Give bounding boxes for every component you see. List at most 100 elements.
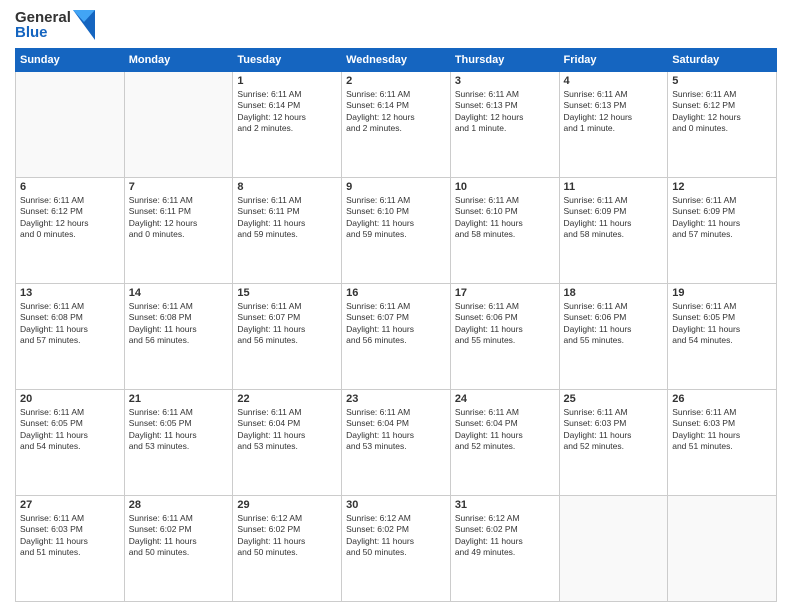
day-number: 10 [455,181,555,193]
day-number: 26 [672,393,772,405]
day-number: 7 [129,181,229,193]
calendar-cell: 30 Sunrise: 6:12 AM Sunset: 6:02 PM Dayli… [342,496,451,602]
calendar-week-row: 27 Sunrise: 6:11 AM Sunset: 6:03 PM Dayli… [16,496,777,602]
day-number: 6 [20,181,120,193]
calendar-header-tuesday: Tuesday [233,49,342,72]
calendar-cell: 20Sunrise: 6:11 AM Sunset: 6:05 PM Dayli… [16,390,125,496]
calendar-cell: 22Sunrise: 6:11 AM Sunset: 6:04 PM Dayli… [233,390,342,496]
day-number: 30 [346,499,446,511]
cell-content: Sunrise: 6:11 AM Sunset: 6:13 PM Dayligh… [455,89,555,135]
day-number: 23 [346,393,446,405]
cell-content: Sunrise: 6:11 AM Sunset: 6:13 PM Dayligh… [564,89,664,135]
calendar-week-row: 13Sunrise: 6:11 AM Sunset: 6:08 PM Dayli… [16,284,777,390]
calendar-cell: 6 Sunrise: 6:11 AM Sunset: 6:12 PM Daylig… [16,178,125,284]
cell-content: Sunrise: 6:11 AM Sunset: 6:06 PM Dayligh… [455,301,555,347]
day-number: 14 [129,287,229,299]
day-number: 1 [237,75,337,87]
calendar-header-thursday: Thursday [450,49,559,72]
cell-content: Sunrise: 6:11 AM Sunset: 6:04 PM Dayligh… [455,407,555,453]
calendar-header-wednesday: Wednesday [342,49,451,72]
day-number: 9 [346,181,446,193]
cell-content: Sunrise: 6:11 AM Sunset: 6:09 PM Dayligh… [672,195,772,241]
header: General Blue [15,10,777,40]
day-number: 29 [237,499,337,511]
calendar-cell: 28 Sunrise: 6:11 AM Sunset: 6:02 PM Dayli… [124,496,233,602]
day-number: 25 [564,393,664,405]
logo-general: General [15,10,71,25]
calendar-header-friday: Friday [559,49,668,72]
calendar-cell: 3 Sunrise: 6:11 AM Sunset: 6:13 PM Daylig… [450,72,559,178]
calendar-page: General Blue SundayMondayTuesdayWednesda… [0,0,792,612]
day-number: 2 [346,75,446,87]
cell-content: Sunrise: 6:11 AM Sunset: 6:03 PM Dayligh… [20,513,120,559]
calendar-header-saturday: Saturday [668,49,777,72]
calendar-cell: 17 Sunrise: 6:11 AM Sunset: 6:06 PM Dayli… [450,284,559,390]
calendar-cell: 10 Sunrise: 6:11 AM Sunset: 6:10 PM Dayli… [450,178,559,284]
calendar-cell: 2 Sunrise: 6:11 AM Sunset: 6:14 PM Daylig… [342,72,451,178]
cell-content: Sunrise: 6:11 AM Sunset: 6:10 PM Dayligh… [455,195,555,241]
cell-content: Sunrise: 6:12 AM Sunset: 6:02 PM Dayligh… [346,513,446,559]
logo-container: General Blue [15,10,95,40]
cell-content: Sunrise: 6:11 AM Sunset: 6:11 PM Dayligh… [129,195,229,241]
cell-content: Sunrise: 6:11 AM Sunset: 6:05 PM Dayligh… [129,407,229,453]
cell-content: Sunrise: 6:11 AM Sunset: 6:05 PM Dayligh… [672,301,772,347]
cell-content: Sunrise: 6:11 AM Sunset: 6:07 PM Dayligh… [237,301,337,347]
calendar-week-row: 1 Sunrise: 6:11 AM Sunset: 6:14 PM Daylig… [16,72,777,178]
cell-content: Sunrise: 6:11 AM Sunset: 6:08 PM Dayligh… [20,301,120,347]
calendar-week-row: 20Sunrise: 6:11 AM Sunset: 6:05 PM Dayli… [16,390,777,496]
cell-content: Sunrise: 6:11 AM Sunset: 6:12 PM Dayligh… [20,195,120,241]
day-number: 4 [564,75,664,87]
cell-content: Sunrise: 6:11 AM Sunset: 6:05 PM Dayligh… [20,407,120,453]
day-number: 24 [455,393,555,405]
calendar-cell: 18Sunrise: 6:11 AM Sunset: 6:06 PM Dayli… [559,284,668,390]
calendar-cell [559,496,668,602]
calendar-table: SundayMondayTuesdayWednesdayThursdayFrid… [15,48,777,602]
cell-content: Sunrise: 6:11 AM Sunset: 6:03 PM Dayligh… [672,407,772,453]
cell-content: Sunrise: 6:11 AM Sunset: 6:08 PM Dayligh… [129,301,229,347]
day-number: 21 [129,393,229,405]
calendar-cell: 21 Sunrise: 6:11 AM Sunset: 6:05 PM Dayli… [124,390,233,496]
day-number: 28 [129,499,229,511]
cell-content: Sunrise: 6:11 AM Sunset: 6:02 PM Dayligh… [129,513,229,559]
calendar-cell: 19 Sunrise: 6:11 AM Sunset: 6:05 PM Dayli… [668,284,777,390]
day-number: 27 [20,499,120,511]
calendar-cell: 16 Sunrise: 6:11 AM Sunset: 6:07 PM Dayli… [342,284,451,390]
calendar-cell: 31Sunrise: 6:12 AM Sunset: 6:02 PM Dayli… [450,496,559,602]
cell-content: Sunrise: 6:11 AM Sunset: 6:14 PM Dayligh… [346,89,446,135]
calendar-cell: 4 Sunrise: 6:11 AM Sunset: 6:13 PM Daylig… [559,72,668,178]
calendar-cell: 24 Sunrise: 6:11 AM Sunset: 6:04 PM Dayli… [450,390,559,496]
calendar-cell [124,72,233,178]
calendar-cell [668,496,777,602]
calendar-cell: 8Sunrise: 6:11 AM Sunset: 6:11 PM Daylig… [233,178,342,284]
calendar-cell: 25 Sunrise: 6:11 AM Sunset: 6:03 PM Dayli… [559,390,668,496]
cell-content: Sunrise: 6:11 AM Sunset: 6:12 PM Dayligh… [672,89,772,135]
day-number: 3 [455,75,555,87]
calendar-cell: 27 Sunrise: 6:11 AM Sunset: 6:03 PM Dayli… [16,496,125,602]
calendar-cell: 29 Sunrise: 6:12 AM Sunset: 6:02 PM Dayli… [233,496,342,602]
day-number: 12 [672,181,772,193]
cell-content: Sunrise: 6:11 AM Sunset: 6:14 PM Dayligh… [237,89,337,135]
calendar-cell: 14 Sunrise: 6:11 AM Sunset: 6:08 PM Dayli… [124,284,233,390]
calendar-cell: 13Sunrise: 6:11 AM Sunset: 6:08 PM Dayli… [16,284,125,390]
calendar-cell: 11Sunrise: 6:11 AM Sunset: 6:09 PM Dayli… [559,178,668,284]
cell-content: Sunrise: 6:12 AM Sunset: 6:02 PM Dayligh… [237,513,337,559]
calendar-cell: 7 Sunrise: 6:11 AM Sunset: 6:11 PM Daylig… [124,178,233,284]
calendar-header-sunday: Sunday [16,49,125,72]
cell-content: Sunrise: 6:11 AM Sunset: 6:04 PM Dayligh… [346,407,446,453]
day-number: 22 [237,393,337,405]
cell-content: Sunrise: 6:11 AM Sunset: 6:07 PM Dayligh… [346,301,446,347]
day-number: 17 [455,287,555,299]
day-number: 31 [455,499,555,511]
day-number: 11 [564,181,664,193]
calendar-cell: 12 Sunrise: 6:11 AM Sunset: 6:09 PM Dayli… [668,178,777,284]
calendar-cell: 1 Sunrise: 6:11 AM Sunset: 6:14 PM Daylig… [233,72,342,178]
calendar-cell: 15 Sunrise: 6:11 AM Sunset: 6:07 PM Dayli… [233,284,342,390]
cell-content: Sunrise: 6:11 AM Sunset: 6:03 PM Dayligh… [564,407,664,453]
cell-content: Sunrise: 6:11 AM Sunset: 6:11 PM Dayligh… [237,195,337,241]
calendar-cell: 5Sunrise: 6:11 AM Sunset: 6:12 PM Daylig… [668,72,777,178]
calendar-week-row: 6 Sunrise: 6:11 AM Sunset: 6:12 PM Daylig… [16,178,777,284]
day-number: 15 [237,287,337,299]
day-number: 19 [672,287,772,299]
day-number: 16 [346,287,446,299]
day-number: 18 [564,287,664,299]
